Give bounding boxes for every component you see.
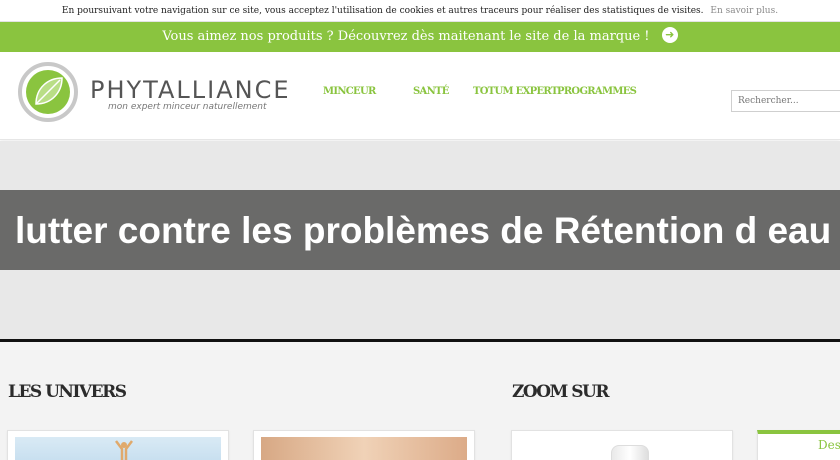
card-image <box>15 437 221 460</box>
promo-text[interactable]: Vous aimez nos produits ? Découvrez dès … <box>162 29 649 44</box>
cookie-more-link[interactable]: En savoir plus. <box>710 6 778 16</box>
hero-banner: lutter contre les problèmes de Rétention… <box>0 141 840 340</box>
univers-card[interactable] <box>253 430 475 460</box>
nav-item-minceur[interactable]: MINCEUR <box>323 86 376 97</box>
promo-banner[interactable]: Vous aimez nos produits ? Découvrez dès … <box>0 22 840 52</box>
main-content: LES UNIVERS ZOOM SUR Des <box>0 342 840 460</box>
zoom-card[interactable]: Des <box>757 430 840 460</box>
site-header: PHYTALLIANCE mon expert minceur naturell… <box>0 52 840 140</box>
brand-name: PHYTALLIANCE <box>90 76 291 104</box>
site-logo[interactable]: PHYTALLIANCE mon expert minceur naturell… <box>16 60 289 126</box>
page-title: lutter contre les problèmes de Rétention… <box>15 210 832 251</box>
leaf-logo-icon <box>18 62 78 122</box>
arrow-right-circle-icon[interactable]: ➜ <box>661 27 678 43</box>
card-label: Des <box>818 438 840 452</box>
card-image <box>261 437 467 460</box>
zoom-card[interactable] <box>511 430 733 460</box>
card-image <box>519 437 725 460</box>
person-figure-image <box>115 440 133 460</box>
nav-item-totum-expert[interactable]: TOTUM EXPERT <box>473 86 558 97</box>
brand-tagline: mon expert minceur naturellement <box>108 102 267 112</box>
cookie-notice-text: En poursuivant votre navigation sur ce s… <box>61 6 704 16</box>
cookie-banner: En poursuivant votre navigation sur ce s… <box>0 0 840 22</box>
hero-title-band: lutter contre les problèmes de Rétention… <box>0 190 840 270</box>
nav-item-sante[interactable]: SANTÉ <box>413 86 449 97</box>
product-bottle-image <box>611 445 649 460</box>
section-title-univers: LES UNIVERS <box>8 382 127 402</box>
univers-card[interactable] <box>7 430 229 460</box>
section-title-zoom: ZOOM SUR <box>512 382 610 402</box>
search-input[interactable] <box>731 90 840 112</box>
nav-item-programmes[interactable]: PROGRAMMES <box>557 86 637 97</box>
